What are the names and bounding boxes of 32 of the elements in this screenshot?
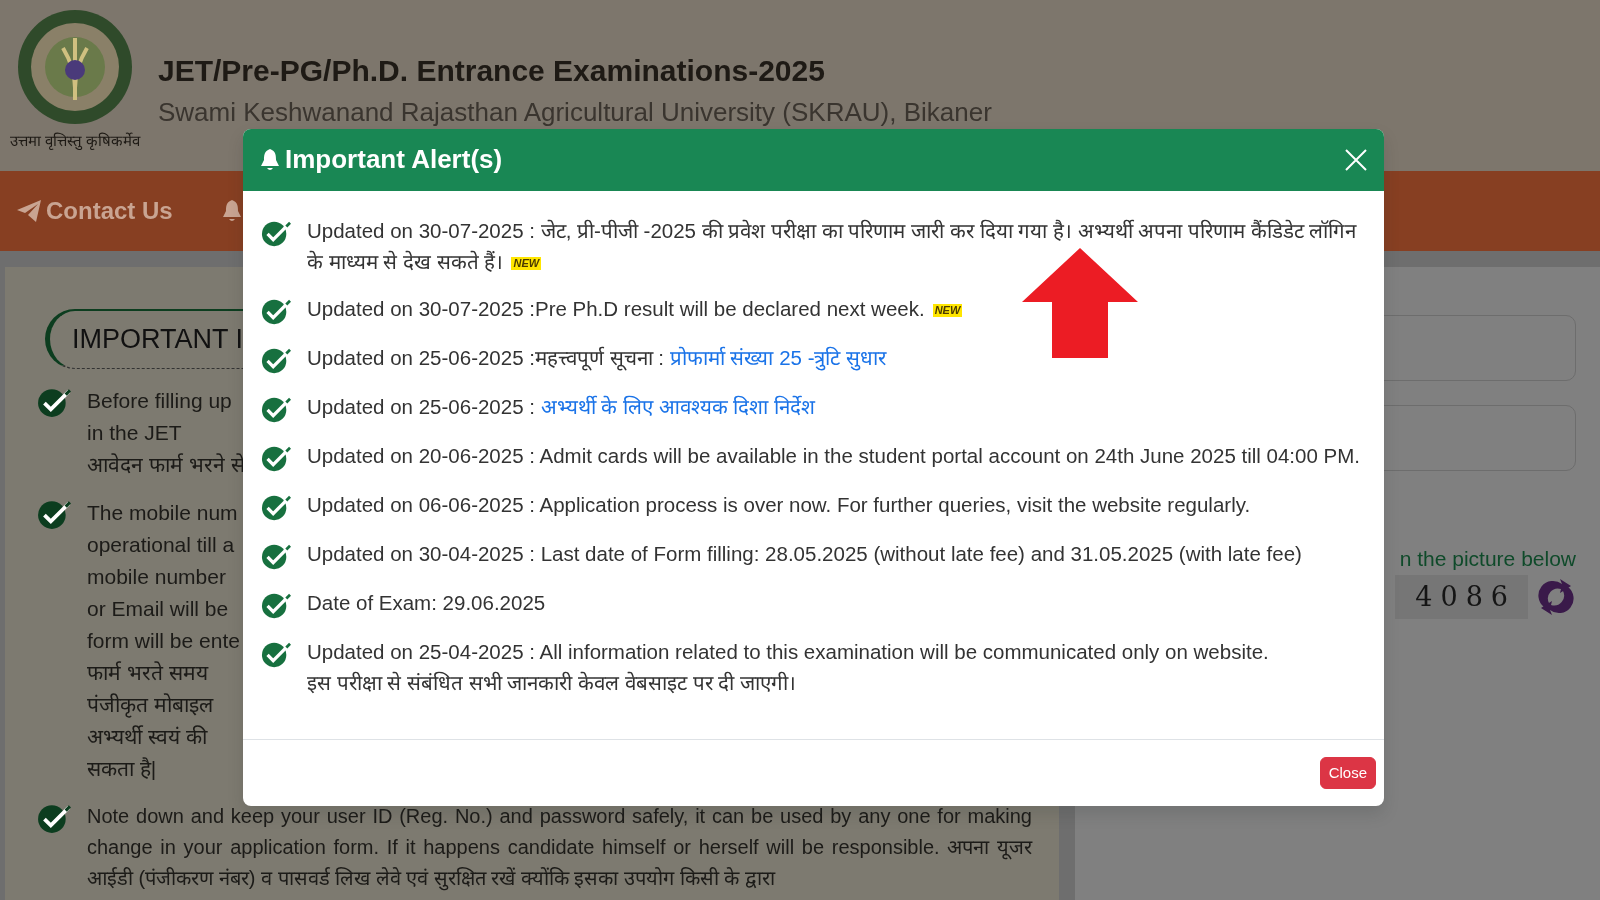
alert-text: Updated on 30-04-2025 : Last date of Form filling: 28.05.2025 (without late fee) and 31.05.2025 (with late fee) <box>307 541 1302 567</box>
info-text: Note down and keep your user ID (Reg. No.) and password safely, it can be used by any one for making change in your application form. If it happens candidate himself or herself will be responsible. अपना यूजर आईडी (पंजीकरण नंबर) व पासवर्ड लिख लेवे एवं सुरक्षित रखें क्योंकि इसका उपयोग किसी के द्वारा <box>87 804 1032 893</box>
university-name: Swami Keshwanand Rajasthan Agricultural University (SKRAU), Bikaner <box>158 96 992 129</box>
alert-text: Updated on 20-06-2025 : Admit cards will be available in the student portal account on 24th June 2025 till 04:00 PM. <box>307 443 1360 469</box>
section-heading: IMPORTANT I <box>72 323 244 357</box>
new-badge: NEW <box>932 304 963 318</box>
paper-plane-icon <box>16 199 42 223</box>
captcha-image: 4086 <box>1395 574 1528 619</box>
alert-text: Updated on 25-04-2025 : All information related to this examination will be communicated only on website. इस परीक्षा से संबंधित सभी जानकारी केवल वेबसाइट पर दी जाएगी। <box>307 639 1269 696</box>
motto-text: उत्तमा वृत्तिस्तु कृषिकर्मेव <box>9 131 141 152</box>
arrow-icon <box>1022 248 1138 358</box>
alert-text: Updated on 25-06-2025 :महत्त्वपूर्ण सूचना : प्रोफार्मा संख्या 25 -त्रुटि सुधार <box>307 345 887 373</box>
close-button[interactable]: Close <box>1319 756 1376 790</box>
refresh-icon[interactable] <box>1536 576 1576 617</box>
nav-link[interactable]: Contact Us <box>16 193 173 229</box>
alert-text: Updated on 30-07-2025 :Pre Ph.D result will be declared next week. NEW <box>307 296 963 322</box>
dialog-title: Important Alert(s) <box>285 144 503 176</box>
new-badge: NEW <box>511 257 542 271</box>
link[interactable]: अभ्यर्थी के लिए आवश्यक दिशा निर्देश <box>540 395 816 418</box>
close-button[interactable] <box>1344 147 1368 173</box>
info-text: Before filling up in the JET आवेदन फार्म भरने से <box>87 388 245 478</box>
info-text: The mobile num operational till a mobile number or Email will be form will be ente फार्म भरते समय पंजीकृत मोबाइल अभ्यर्थी स्वयं की सकता है| <box>87 500 240 782</box>
page-title: JET/Pre-PG/Ph.D. Entrance Examinations-2025 <box>158 53 826 89</box>
alert-text: Updated on 06-06-2025 : Application process is over now. For further queries, visit the website regularly. <box>307 492 1251 518</box>
alert-text: Updated on 25-06-2025 : अभ्यर्थी के लिए आवश्यक दिशा निर्देश <box>307 394 816 420</box>
link[interactable]: प्रोफार्मा संख्या 25 -त्रुटि सुधार <box>669 346 887 369</box>
bell-icon <box>259 147 281 173</box>
alert-text: Date of Exam: 29.06.2025 <box>307 590 546 616</box>
alert-text: Updated on 30-07-2025 : जेट, प्री-पीजी -2025 की प्रवेश परीक्षा का परिणाम जारी कर दिया गया है। अभ्यर्थी अपना परिणाम कैंडिडेट लॉगिन के माध्यम से देख सकते हैं। NEW <box>307 218 1358 275</box>
captcha-label: n the picture below <box>1399 546 1576 572</box>
bell-icon <box>220 199 243 223</box>
emblem-icon <box>17 8 133 126</box>
